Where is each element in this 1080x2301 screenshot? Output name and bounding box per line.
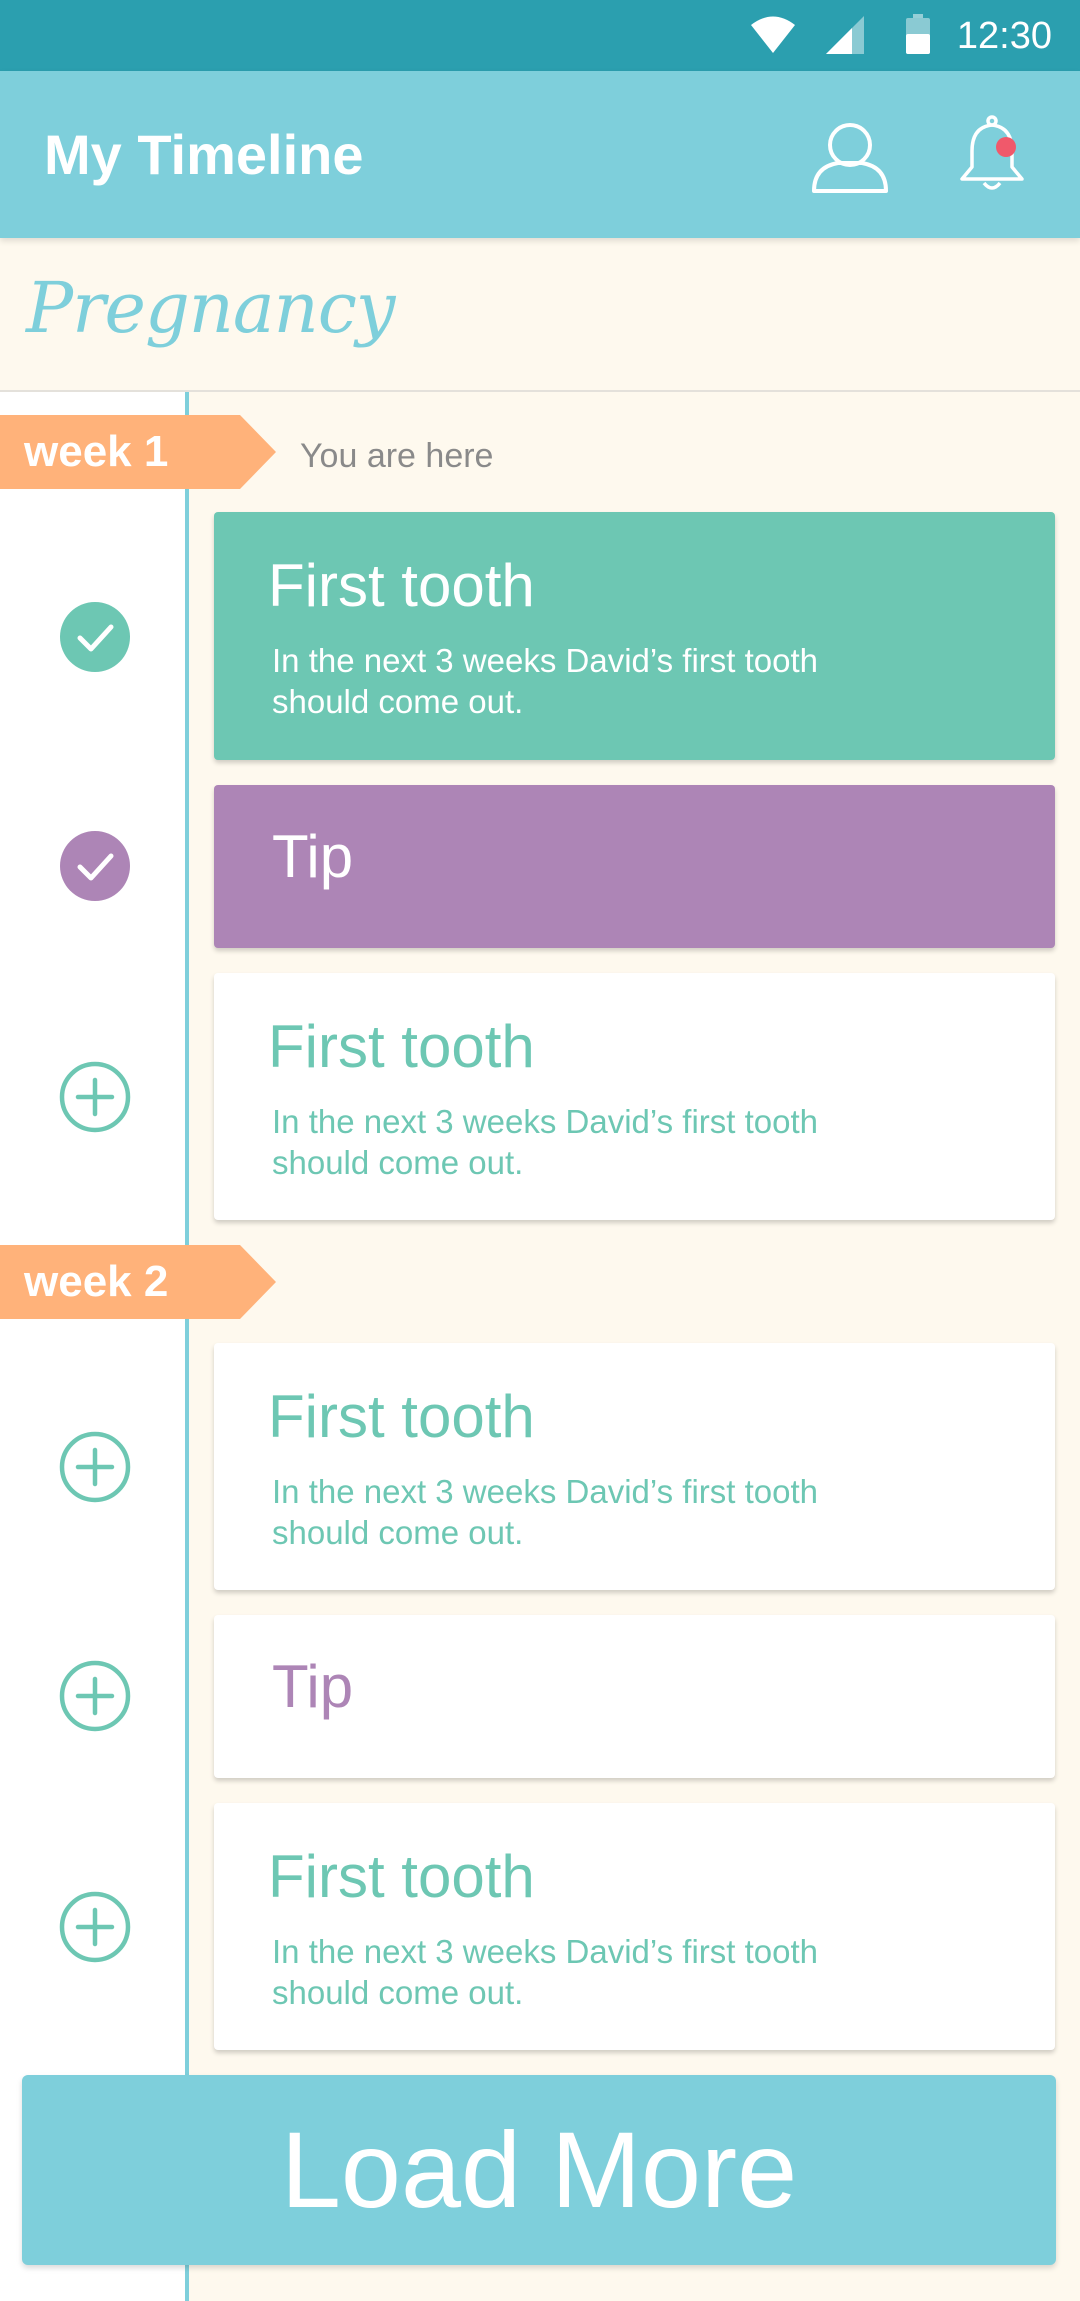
add-circle-icon[interactable]: [58, 1060, 132, 1134]
load-more-button[interactable]: Load More: [22, 2075, 1056, 2265]
section-header: Pregnancy: [0, 238, 1080, 392]
current-week-marker: You are here: [300, 437, 494, 475]
card-body: In the next 3 weeks David’s first tooth …: [272, 642, 818, 720]
card-title: First tooth: [268, 552, 535, 619]
card-title: Tip: [272, 1653, 354, 1720]
status-bar: 12:30: [0, 0, 1080, 71]
tip-card[interactable]: Tip: [214, 785, 1055, 948]
timeline-rail: [0, 392, 188, 2301]
tip-card[interactable]: Tip: [214, 1615, 1055, 1778]
card-title: First tooth: [268, 1013, 535, 1080]
timeline-line: [185, 392, 189, 2301]
week-label: week 2: [24, 1257, 169, 1306]
add-circle-icon[interactable]: [58, 1890, 132, 1964]
status-time: 12:30: [956, 15, 1052, 57]
card-title: First tooth: [268, 1383, 535, 1450]
check-circle-icon[interactable]: [58, 829, 132, 903]
add-circle-icon[interactable]: [58, 1430, 132, 1504]
notification-dot: [996, 137, 1016, 157]
add-circle-icon[interactable]: [58, 1659, 132, 1733]
week-tag-2: week 2: [0, 1245, 276, 1319]
card-body: In the next 3 weeks David’s first tooth …: [272, 1933, 818, 2011]
check-circle-icon[interactable]: [58, 600, 132, 674]
card-title: Tip: [272, 823, 354, 890]
app-bar: My Timeline: [0, 71, 1080, 238]
card-body: In the next 3 weeks David’s first tooth …: [272, 1473, 818, 1551]
wifi-icon: [751, 16, 795, 53]
card-body: In the next 3 weeks David’s first tooth …: [272, 1103, 818, 1181]
section-title: Pregnancy: [26, 267, 395, 349]
card-title: First tooth: [268, 1843, 535, 1910]
profile-icon[interactable]: [808, 119, 892, 195]
week-tag-1: week 1: [0, 415, 276, 489]
app-title: My Timeline: [44, 123, 364, 186]
timeline-card[interactable]: First tooth In the next 3 weeks David’s …: [214, 973, 1055, 1220]
battery-icon: [906, 14, 930, 54]
bell-icon[interactable]: [956, 115, 1028, 195]
timeline-card[interactable]: First tooth In the next 3 weeks David’s …: [214, 1343, 1055, 1590]
load-more-label: Load More: [280, 2109, 798, 2230]
timeline-card[interactable]: First tooth In the next 3 weeks David’s …: [214, 1803, 1055, 2050]
timeline-card[interactable]: First tooth In the next 3 weeks David’s …: [214, 512, 1055, 760]
cell-signal-icon: [826, 16, 864, 54]
week-label: week 1: [24, 427, 169, 476]
